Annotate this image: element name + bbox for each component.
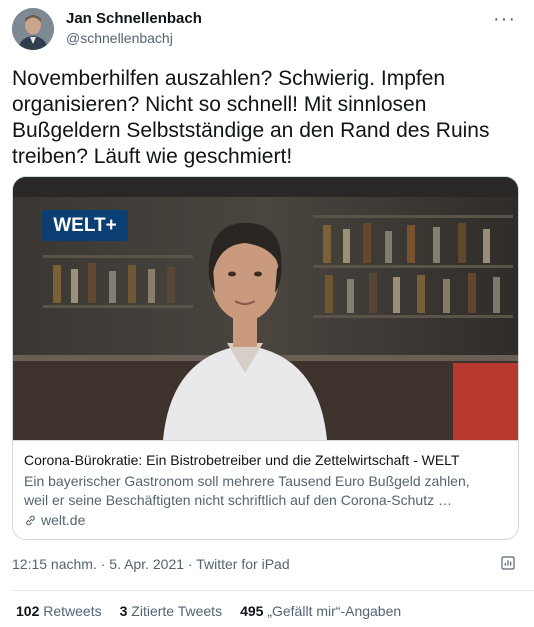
card-description-line-2: weil er seine Beschäftigten nicht schrif… bbox=[24, 492, 452, 508]
divider bbox=[12, 590, 534, 591]
card-description: Ein bayerischer Gastronom soll mehrere T… bbox=[24, 472, 507, 510]
link-card[interactable]: WELT+ Corona-Bürokratie: Ein Bistrobetre… bbox=[12, 176, 519, 540]
retweets-label: Retweets bbox=[43, 603, 102, 619]
quotes-label: Zitierte Tweets bbox=[131, 603, 223, 619]
meta-separator: · bbox=[187, 556, 193, 572]
avatar[interactable] bbox=[12, 8, 54, 50]
card-image: WELT+ bbox=[13, 177, 518, 440]
likes-count: 495 bbox=[240, 603, 264, 619]
retweets-count: 102 bbox=[16, 603, 40, 619]
tweet-text: Novemberhilfen auszahlen? Schwierig. Imp… bbox=[12, 67, 490, 168]
card-description-line-1: Ein bayerischer Gastronom soll mehrere T… bbox=[24, 473, 470, 489]
tweet-stats: 102 Retweets 3 Zitierte Tweets 495 „Gefä… bbox=[16, 603, 401, 619]
meta-separator: · bbox=[100, 556, 106, 572]
link-icon bbox=[26, 515, 35, 525]
analytics-icon[interactable] bbox=[500, 555, 516, 571]
card-domain: welt.de bbox=[24, 512, 507, 528]
likes-label: „Gefällt mir“-Angaben bbox=[267, 603, 402, 619]
tweet-source[interactable]: Twitter for iPad bbox=[196, 556, 289, 572]
likes-stat[interactable]: 495 „Gefällt mir“-Angaben bbox=[240, 603, 401, 619]
retweets-stat[interactable]: 102 Retweets bbox=[16, 603, 102, 619]
quotes-stat[interactable]: 3 Zitierte Tweets bbox=[120, 603, 222, 619]
tweet-timestamp: 12:15 nachm. · 5. Apr. 2021 · Twitter fo… bbox=[12, 556, 290, 572]
tweet-date[interactable]: 5. Apr. 2021 bbox=[109, 556, 184, 572]
card-meta: Corona-Bürokratie: Ein Bistrobetreiber u… bbox=[13, 440, 518, 539]
author-name[interactable]: Jan Schnellenbach bbox=[66, 10, 202, 27]
welt-plus-badge: WELT+ bbox=[53, 215, 117, 236]
avatar-image bbox=[12, 8, 54, 50]
quotes-count: 3 bbox=[119, 603, 128, 619]
card-domain-text: welt.de bbox=[41, 512, 86, 528]
author-handle[interactable]: @schnellenbachj bbox=[66, 30, 173, 46]
tweet-time[interactable]: 12:15 nachm. bbox=[12, 556, 97, 572]
more-options-icon[interactable]: ··· bbox=[493, 8, 516, 31]
card-title: Corona-Bürokratie: Ein Bistrobetreiber u… bbox=[24, 452, 460, 468]
